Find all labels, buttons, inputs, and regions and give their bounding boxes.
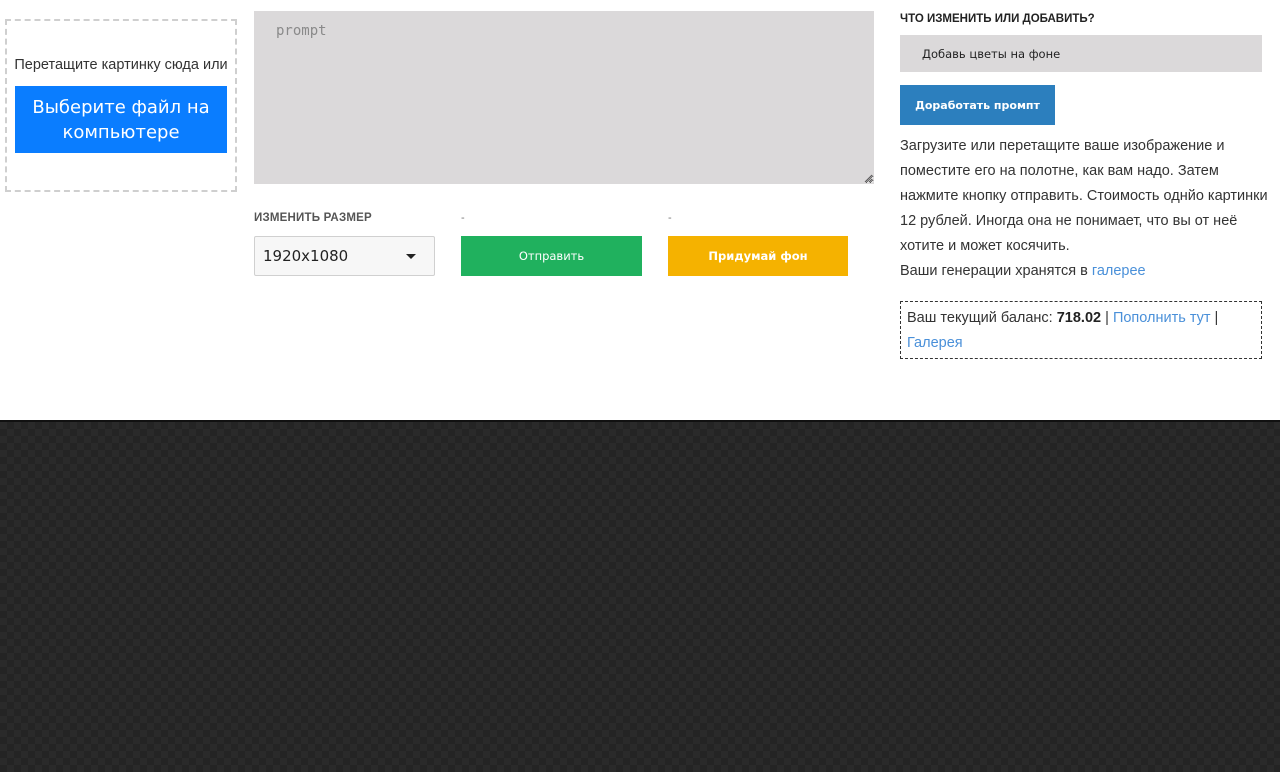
refine-prompt-button[interactable]: Доработать промпт <box>900 85 1055 125</box>
gallery-link[interactable]: галерее <box>1092 263 1146 279</box>
resize-grip-icon[interactable] <box>863 173 873 183</box>
edit-input[interactable]: Добавь цветы на фоне <box>900 35 1262 72</box>
gallery-prefix: Ваши генерации хранятся в <box>900 263 1088 279</box>
balance-gallery-link[interactable]: Галерея <box>907 335 963 351</box>
size-select[interactable]: 1920x1080 <box>254 236 435 276</box>
instructions-body: Загрузите или перетащите ваше изображени… <box>900 138 1268 254</box>
choose-file-button[interactable]: Выберите файл на компьютере <box>15 86 227 153</box>
instructions-text: Загрузите или перетащите ваше изображени… <box>900 134 1275 284</box>
send-button[interactable]: Отправить <box>461 236 642 276</box>
balance-amount: 718.02 <box>1056 310 1102 326</box>
send-dash: - <box>461 212 465 224</box>
edit-input-value: Добавь цветы на фоне <box>922 46 1061 61</box>
image-dropzone[interactable]: Перетащите картинку сюда или Выберите фа… <box>5 19 237 192</box>
prompt-input[interactable] <box>254 11 874 184</box>
background-dash: - <box>668 212 672 224</box>
resize-label: ИЗМЕНИТЬ РАЗМЕР <box>254 212 372 224</box>
balance-box: Ваш текущий баланс: 718.02 | Пополнить т… <box>900 301 1262 359</box>
balance-label: Ваш текущий баланс: <box>907 310 1053 326</box>
size-select-value: 1920x1080 <box>263 247 349 265</box>
canvas-area[interactable] <box>0 422 1280 772</box>
editor-panel: Перетащите картинку сюда или Выберите фа… <box>0 0 1280 420</box>
balance-separator-1: | <box>1105 310 1109 326</box>
invent-background-button[interactable]: Придумай фон <box>668 236 848 276</box>
balance-separator-2: | <box>1214 310 1219 326</box>
topup-link[interactable]: Пополнить тут <box>1113 310 1211 326</box>
dropzone-text: Перетащите картинку сюда или <box>14 57 228 73</box>
edit-label: ЧТО ИЗМЕНИТЬ ИЛИ ДОБАВИТЬ? <box>900 13 1095 25</box>
chevron-down-icon <box>406 254 416 259</box>
